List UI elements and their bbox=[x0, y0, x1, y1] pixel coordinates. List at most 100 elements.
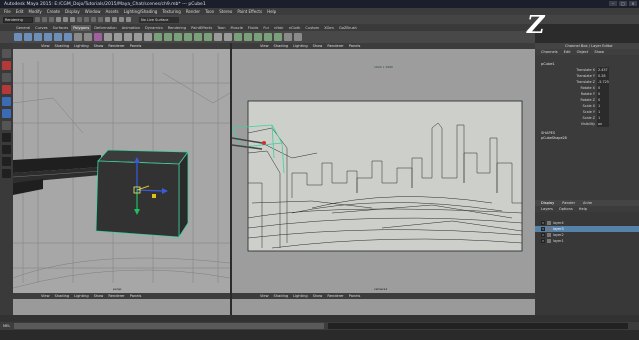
mirror-icon[interactable] bbox=[144, 33, 152, 41]
select-object-icon[interactable] bbox=[63, 17, 68, 22]
panel-menu-show[interactable]: Show bbox=[94, 294, 104, 298]
select-component-icon[interactable] bbox=[70, 17, 75, 22]
poly-sphere-icon[interactable] bbox=[14, 33, 22, 41]
boolean-icon[interactable] bbox=[114, 33, 122, 41]
soft-edge-icon[interactable] bbox=[284, 33, 292, 41]
menu-lighting-shading[interactable]: Lighting/Shading bbox=[124, 9, 158, 14]
menu-display[interactable]: Display bbox=[65, 9, 80, 14]
shelf-tab-gozbrush[interactable]: GoZBrush bbox=[337, 25, 359, 31]
panel-menu-lighting[interactable]: Lighting bbox=[74, 294, 89, 298]
menu-set-dropdown[interactable]: Rendering bbox=[3, 16, 33, 23]
render-settings-icon[interactable] bbox=[126, 17, 131, 22]
rotate-tool-icon[interactable] bbox=[2, 97, 11, 106]
merge-icon[interactable] bbox=[224, 33, 232, 41]
append-icon[interactable] bbox=[174, 33, 182, 41]
live-surface-field[interactable]: No Live Surface bbox=[139, 16, 179, 23]
last-tool-icon[interactable] bbox=[2, 121, 11, 130]
insert-edge-loop-icon[interactable] bbox=[204, 33, 212, 41]
poly-cone-icon[interactable] bbox=[44, 33, 52, 41]
shelf-tab-animation[interactable]: Animation bbox=[120, 25, 142, 31]
menu-render[interactable]: Render bbox=[186, 9, 200, 14]
layer-color-swatch[interactable] bbox=[547, 233, 551, 237]
mel-label[interactable]: MEL bbox=[0, 324, 14, 328]
shelf-tab-muscle[interactable]: Muscle bbox=[228, 25, 244, 31]
split-polygon-icon[interactable] bbox=[194, 33, 202, 41]
le-menu-help[interactable]: Help bbox=[579, 206, 587, 212]
bottom-right-panel[interactable]: View Shading Lighting Show Renderer Pane… bbox=[232, 293, 535, 315]
minimize-button[interactable]: – bbox=[609, 1, 617, 6]
poly-helix-icon[interactable] bbox=[84, 33, 92, 41]
outliner-layout-icon[interactable] bbox=[2, 169, 11, 178]
lasso-tool-icon[interactable] bbox=[2, 61, 11, 70]
panel-menu-shading[interactable]: Shading bbox=[55, 294, 70, 298]
snap-surface-icon[interactable] bbox=[98, 17, 103, 22]
layer-color-swatch[interactable] bbox=[547, 239, 551, 243]
extract-icon[interactable] bbox=[134, 33, 142, 41]
panel-menu-view[interactable]: View bbox=[260, 294, 269, 298]
select-tool-icon[interactable] bbox=[2, 49, 11, 58]
shelf-tab-surfaces[interactable]: Surfaces bbox=[51, 25, 71, 31]
time-slider[interactable] bbox=[0, 315, 639, 322]
panel-menu-lighting[interactable]: Lighting bbox=[293, 294, 308, 298]
save-scene-icon[interactable] bbox=[49, 17, 54, 22]
visibility-toggle[interactable]: V bbox=[541, 239, 545, 243]
separate-icon[interactable] bbox=[104, 33, 112, 41]
panel-menu-shading[interactable]: Shading bbox=[274, 294, 289, 298]
menu-file[interactable]: File bbox=[4, 9, 11, 14]
persp-viewport[interactable]: View Shading Lighting Show Renderer Pane… bbox=[13, 43, 230, 293]
select-hierarchy-icon[interactable] bbox=[56, 17, 61, 22]
visibility-toggle[interactable]: V bbox=[541, 227, 545, 231]
shelf-tab-toon[interactable]: Toon bbox=[215, 25, 227, 31]
shelf-tab-dynamics[interactable]: Dynamics bbox=[143, 25, 165, 31]
ipr-render-icon[interactable] bbox=[119, 17, 124, 22]
poly-cylinder-icon[interactable] bbox=[34, 33, 42, 41]
shelf-tab-nhair[interactable]: nHair bbox=[272, 25, 286, 31]
two-pane-layout-icon[interactable] bbox=[2, 157, 11, 166]
shelf-tab-rendering[interactable]: Rendering bbox=[166, 25, 188, 31]
le-menu-layers[interactable]: Layers bbox=[541, 206, 553, 212]
menu-edit[interactable]: Edit bbox=[16, 9, 24, 14]
shape-node-name[interactable]: pCubeShape28 bbox=[535, 136, 639, 141]
poly-cube-icon[interactable] bbox=[24, 33, 32, 41]
shelf-tab-custom[interactable]: Custom bbox=[303, 25, 321, 31]
cb-menu-object[interactable]: Object bbox=[577, 49, 589, 55]
snap-curve-icon[interactable] bbox=[84, 17, 89, 22]
move-tool-icon[interactable] bbox=[2, 85, 11, 94]
hard-edge-icon[interactable] bbox=[294, 33, 302, 41]
four-pane-layout-icon[interactable] bbox=[2, 145, 11, 154]
bottom-left-panel[interactable]: View Shading Lighting Show Renderer Pane… bbox=[13, 293, 230, 315]
panel-menu-renderer[interactable]: Renderer bbox=[108, 294, 124, 298]
camera-viewport[interactable]: View Shading Lighting Show Renderer Pane… bbox=[232, 43, 535, 293]
shelf-tab-fur[interactable]: Fur bbox=[261, 25, 271, 31]
scale-tool-icon[interactable] bbox=[2, 109, 11, 118]
new-scene-icon[interactable] bbox=[35, 17, 40, 22]
auto-map-icon[interactable] bbox=[274, 33, 282, 41]
panel-menu-panels[interactable]: Panels bbox=[130, 294, 142, 298]
bevel-icon[interactable] bbox=[214, 33, 222, 41]
snap-grid-icon[interactable] bbox=[77, 17, 82, 22]
menu-help[interactable]: Help bbox=[267, 9, 276, 14]
visibility-toggle[interactable]: V bbox=[541, 233, 545, 237]
menu-create[interactable]: Create bbox=[47, 9, 60, 14]
menu-toon[interactable]: Toon bbox=[205, 9, 214, 14]
panel-menu-panels[interactable]: Panels bbox=[349, 294, 361, 298]
maximize-button[interactable]: □ bbox=[619, 1, 627, 6]
shelf-tab-fluids[interactable]: Fluids bbox=[246, 25, 261, 31]
panel-menu-renderer[interactable]: Renderer bbox=[327, 294, 343, 298]
shelf-tab-xgen[interactable]: XGen bbox=[322, 25, 336, 31]
combine-icon[interactable] bbox=[94, 33, 102, 41]
smooth-icon[interactable] bbox=[124, 33, 132, 41]
uv-editor-icon[interactable] bbox=[234, 33, 242, 41]
extrude-icon[interactable] bbox=[154, 33, 162, 41]
single-pane-layout-icon[interactable] bbox=[2, 133, 11, 142]
poly-plane-icon[interactable] bbox=[54, 33, 62, 41]
fill-hole-icon[interactable] bbox=[184, 33, 192, 41]
history-icon[interactable] bbox=[105, 17, 110, 22]
shelf-tab-deformation[interactable]: Deformation bbox=[92, 25, 118, 31]
panel-menu-view[interactable]: View bbox=[41, 294, 50, 298]
shelf-tab-painteffects[interactable]: PaintEffects bbox=[189, 25, 214, 31]
render-frame-icon[interactable] bbox=[112, 17, 117, 22]
menu-texturing[interactable]: Texturing bbox=[162, 9, 180, 14]
layer-color-swatch[interactable] bbox=[547, 221, 551, 225]
attr-value[interactable]: on bbox=[597, 121, 609, 127]
